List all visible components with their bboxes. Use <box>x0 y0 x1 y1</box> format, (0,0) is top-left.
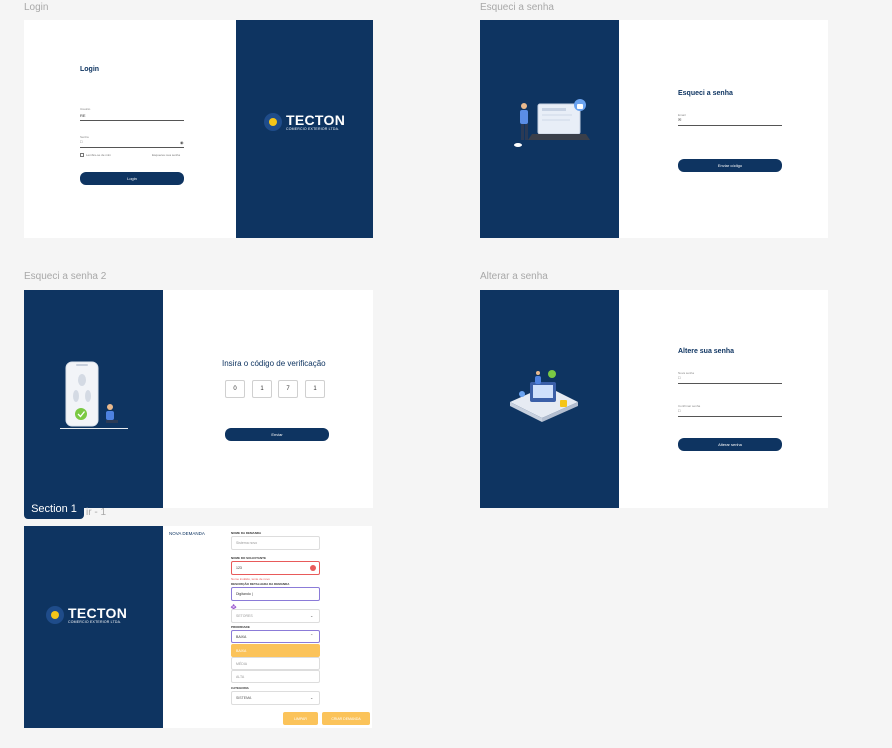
lock-icon: □ <box>80 139 83 144</box>
change-frame: Altere sua senha Nova senha □ Confirmar … <box>480 290 828 508</box>
chevron-down-icon: ⌄ <box>310 613 314 618</box>
category-label: CATEGORIA <box>231 686 249 690</box>
brand-name: TECTON <box>68 605 128 621</box>
email-input[interactable] <box>678 125 782 126</box>
sector-select[interactable]: SETORES <box>231 609 320 623</box>
demand-frame: TECTON COMERCIO EXTERIOR LTDA. NOVA DEMA… <box>24 526 372 728</box>
remember-label: Lembre-se de mim <box>86 153 112 157</box>
requester-value: 123 <box>236 566 242 570</box>
forgot-password-link[interactable]: Esqueceu sua senha <box>152 153 180 157</box>
code-digit-2[interactable]: 1 <box>252 380 272 398</box>
category-select[interactable]: SISTEMA <box>231 691 320 705</box>
password-underline[interactable] <box>80 147 184 148</box>
requester-error: Nome inválido, tente de novo <box>231 577 270 581</box>
phone-illustration <box>60 361 128 429</box>
frame-label-forgot: Esqueci a senha <box>480 2 554 13</box>
user-label: Usuário <box>80 107 91 111</box>
error-icon <box>310 565 316 571</box>
send-button[interactable]: Enviar <box>225 428 329 441</box>
code-digit-1[interactable]: 0 <box>225 380 245 398</box>
login-brand-panel: TECTON COMERCIO EXTERIOR LTDA. <box>236 20 373 238</box>
code-digit-3[interactable]: 7 <box>278 380 298 398</box>
chevron-down-icon: ⌄ <box>310 695 314 700</box>
lock-icon: □ <box>678 375 681 380</box>
verify-frame: Insira o código de verificação 0 1 7 1 E… <box>24 290 373 508</box>
brand-name: TECTON <box>286 112 346 128</box>
priority-select-value: BAIXA <box>236 634 247 639</box>
create-demand-button[interactable]: CRIAR DEMANDA <box>322 712 370 725</box>
verify-illustration-panel <box>24 290 163 508</box>
description-input[interactable]: Digitando | <box>231 587 320 601</box>
priority-select[interactable]: BAIXA <box>231 630 320 643</box>
requester-input[interactable]: 123 <box>231 561 320 575</box>
frame-label-login: Login <box>24 2 49 13</box>
remember-checkbox[interactable] <box>80 153 84 157</box>
section-badge[interactable]: Section 1 <box>24 498 84 519</box>
tecton-logo-icon <box>264 113 282 131</box>
security-illustration <box>510 370 578 422</box>
forgot-frame: Esqueci a senha Email ✉ Enviar código <box>480 20 828 238</box>
clear-button[interactable]: LIMPAR <box>283 712 318 725</box>
forgot-illustration-panel <box>480 20 619 238</box>
send-code-button[interactable]: Enviar código <box>678 159 782 172</box>
user-underline <box>80 120 184 121</box>
login-title: Login <box>80 66 100 73</box>
priority-option-alta[interactable]: ALTA <box>231 670 320 683</box>
frame-label-demand: ir - 1 <box>86 507 106 518</box>
new-password-input[interactable] <box>678 383 782 384</box>
requester-label: NOME DO SOLICITANTE <box>231 556 266 560</box>
verify-title: Insira o código de verificação <box>222 359 326 368</box>
demand-name-label: NOME DA DEMANDA <box>231 531 262 535</box>
code-digit-4[interactable]: 1 <box>305 380 325 398</box>
change-title: Altere sua senha <box>678 348 735 355</box>
change-illustration-panel <box>480 290 619 508</box>
new-password-label: Nova senha <box>678 371 695 375</box>
forgot-title: Esqueci a senha <box>678 90 733 97</box>
laptop-illustration <box>514 99 590 147</box>
category-select-value: SISTEMA <box>236 696 252 700</box>
demand-brand-panel: TECTON COMERCIO EXTERIOR LTDA. <box>24 526 163 728</box>
priority-label: PRIORIDADE <box>231 625 250 629</box>
mail-icon: ✉ <box>678 117 682 122</box>
eye-icon[interactable]: ◉ <box>180 141 184 145</box>
description-label: DESCRIÇÃO DETALHADA DA DEMANDA <box>231 582 290 586</box>
tecton-logo: TECTON COMERCIO EXTERIOR LTDA. <box>46 606 127 624</box>
priority-option-baixa[interactable]: BAIXA <box>231 644 320 657</box>
demand-name-input[interactable]: Sistema novo <box>231 536 320 550</box>
change-password-button[interactable]: Alterar senha <box>678 438 782 451</box>
tecton-logo: TECTON COMERCIO EXTERIOR LTDA. <box>264 113 345 131</box>
frame-label-forgot2: Esqueci a senha 2 <box>24 271 107 282</box>
brand-subtitle: COMERCIO EXTERIOR LTDA. <box>68 620 122 624</box>
tecton-logo-icon <box>46 606 64 624</box>
confirm-password-label: Confirmar senha <box>678 404 701 408</box>
login-button[interactable]: Login <box>80 172 184 185</box>
chevron-up-icon: ⌃ <box>310 633 314 638</box>
user-input[interactable]: RE <box>80 113 86 118</box>
frame-label-change: Alterar a senha <box>480 271 548 282</box>
sidebar-item-nova-demanda[interactable]: NOVA DEMANDA <box>169 531 205 536</box>
sector-select-value: SETORES <box>236 614 253 618</box>
brand-subtitle: COMERCIO EXTERIOR LTDA. <box>286 127 340 131</box>
confirm-password-input[interactable] <box>678 416 782 417</box>
priority-option-media[interactable]: MÉDIA <box>231 657 320 670</box>
lock-icon: □ <box>678 408 681 413</box>
login-frame: Login Usuário RE Senha □ ◉ Lembre-se de … <box>24 20 373 238</box>
